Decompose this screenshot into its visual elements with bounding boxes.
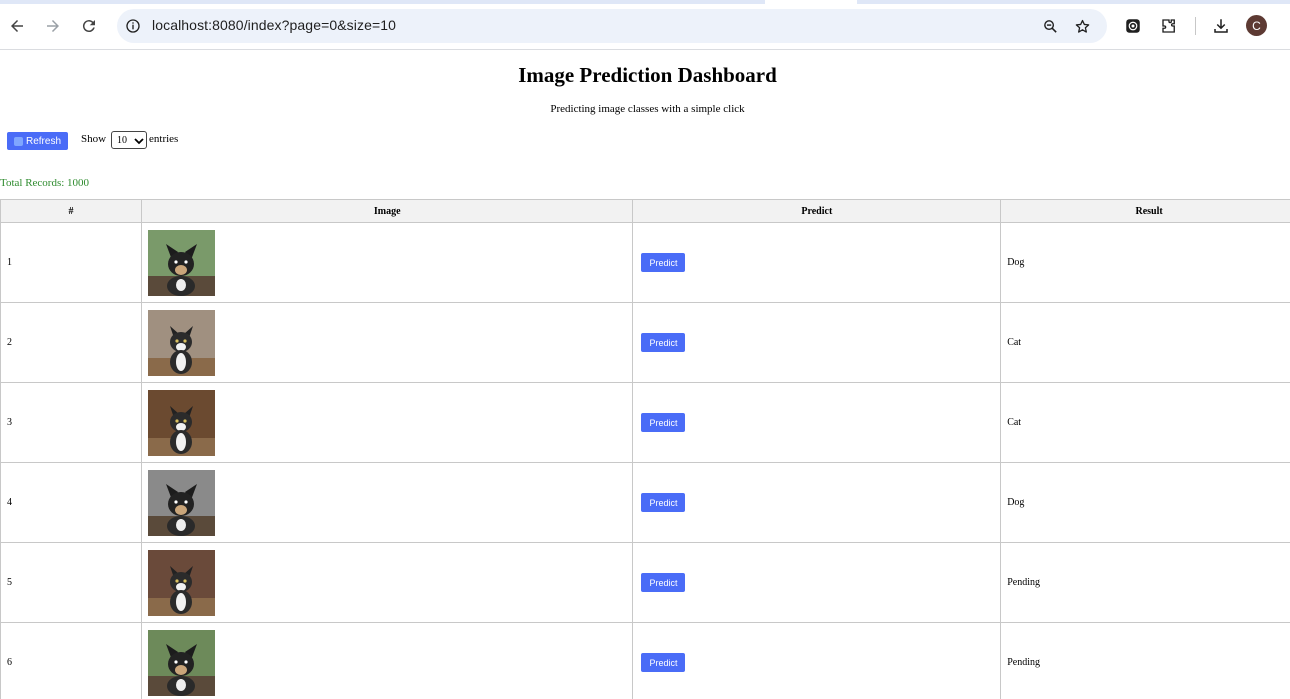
predict-button[interactable]: Predict — [641, 573, 686, 592]
cat-photo — [147, 309, 215, 376]
extensions-puzzle-icon[interactable] — [1158, 15, 1180, 37]
header-result: Result — [1000, 199, 1290, 223]
image-cell — [140, 302, 634, 383]
toolbar-divider — [1195, 17, 1196, 35]
result-cell: Cat — [1000, 382, 1290, 463]
predict-cell: Predict — [632, 622, 1002, 699]
image-cell — [140, 462, 634, 543]
predictions-table: # Image Predict Result 1 Predict Dog 2 Predi… — [0, 199, 1290, 699]
dog-photo — [147, 629, 215, 696]
table-row: 1 Predict Dog — [0, 222, 1290, 303]
zoom-icon[interactable] — [1040, 16, 1060, 36]
predict-cell: Predict — [632, 222, 1002, 303]
result-cell: Pending — [1000, 622, 1290, 699]
table-row: 4 Predict Dog — [0, 462, 1290, 543]
table-row: 6 Predict Pending — [0, 622, 1290, 699]
predict-cell: Predict — [632, 462, 1002, 543]
dog-photo — [147, 229, 215, 296]
table-row: 3 Predict Cat — [0, 382, 1290, 463]
browser-toolbar: localhost:8080/index?page=0&size=10 C — [0, 0, 1290, 50]
tab-strip — [0, 0, 1290, 4]
row-index: 2 — [0, 302, 142, 383]
total-records: Total Records: 1000 — [0, 177, 90, 189]
page-size-select[interactable]: 10 — [111, 131, 147, 149]
profile-avatar[interactable]: C — [1246, 15, 1267, 36]
predict-button[interactable]: Predict — [641, 413, 686, 432]
back-icon[interactable] — [6, 15, 28, 37]
header-image: Image — [140, 199, 634, 223]
row-index: 1 — [0, 222, 142, 303]
cat-photo — [147, 549, 215, 616]
predict-button[interactable]: Predict — [641, 493, 686, 512]
download-icon[interactable] — [1210, 15, 1232, 37]
url-text[interactable]: localhost:8080/index?page=0&size=10 — [152, 17, 396, 33]
header-index: # — [0, 199, 142, 223]
reload-icon[interactable] — [78, 15, 100, 37]
page-title: Image Prediction Dashboard — [518, 63, 777, 87]
result-cell: Dog — [1000, 462, 1290, 543]
result-cell: Cat — [1000, 302, 1290, 383]
table-row: 2 Predict Cat — [0, 302, 1290, 383]
predict-cell: Predict — [632, 382, 1002, 463]
image-cell — [140, 542, 634, 623]
result-cell: Dog — [1000, 222, 1290, 303]
predict-cell: Predict — [632, 302, 1002, 383]
predict-button[interactable]: Predict — [641, 253, 686, 272]
image-cell — [140, 622, 634, 699]
header-predict: Predict — [632, 199, 1002, 223]
address-bar[interactable]: localhost:8080/index?page=0&size=10 — [117, 9, 1107, 43]
active-tab[interactable] — [765, 0, 857, 4]
extension-chatgpt-icon[interactable] — [1122, 15, 1144, 37]
predict-cell: Predict — [632, 542, 1002, 623]
page-subtitle: Predicting image classes with a simple c… — [550, 103, 745, 115]
table-header-row: # Image Predict Result — [0, 199, 1290, 223]
refresh-label: Refresh — [25, 135, 61, 147]
chevron-down-icon — [134, 138, 144, 145]
page-size-value: 10 — [117, 134, 127, 146]
show-label: Show — [81, 133, 107, 145]
result-cell: Pending — [1000, 542, 1290, 623]
predict-button[interactable]: Predict — [641, 653, 686, 672]
refresh-button[interactable]: Refresh — [7, 132, 68, 150]
cat-photo — [147, 389, 215, 456]
row-index: 5 — [0, 542, 142, 623]
refresh-icon — [13, 136, 23, 146]
image-cell — [140, 222, 634, 303]
row-index: 6 — [0, 622, 142, 699]
entries-label: entries — [149, 133, 179, 145]
predict-button[interactable]: Predict — [641, 333, 686, 352]
table-row: 5 Predict Pending — [0, 542, 1290, 623]
image-cell — [140, 382, 634, 463]
dog-photo — [147, 469, 215, 536]
site-info-icon[interactable] — [123, 16, 143, 36]
forward-icon[interactable] — [42, 15, 64, 37]
row-index: 3 — [0, 382, 142, 463]
row-index: 4 — [0, 462, 142, 543]
bookmark-star-icon[interactable] — [1072, 16, 1092, 36]
